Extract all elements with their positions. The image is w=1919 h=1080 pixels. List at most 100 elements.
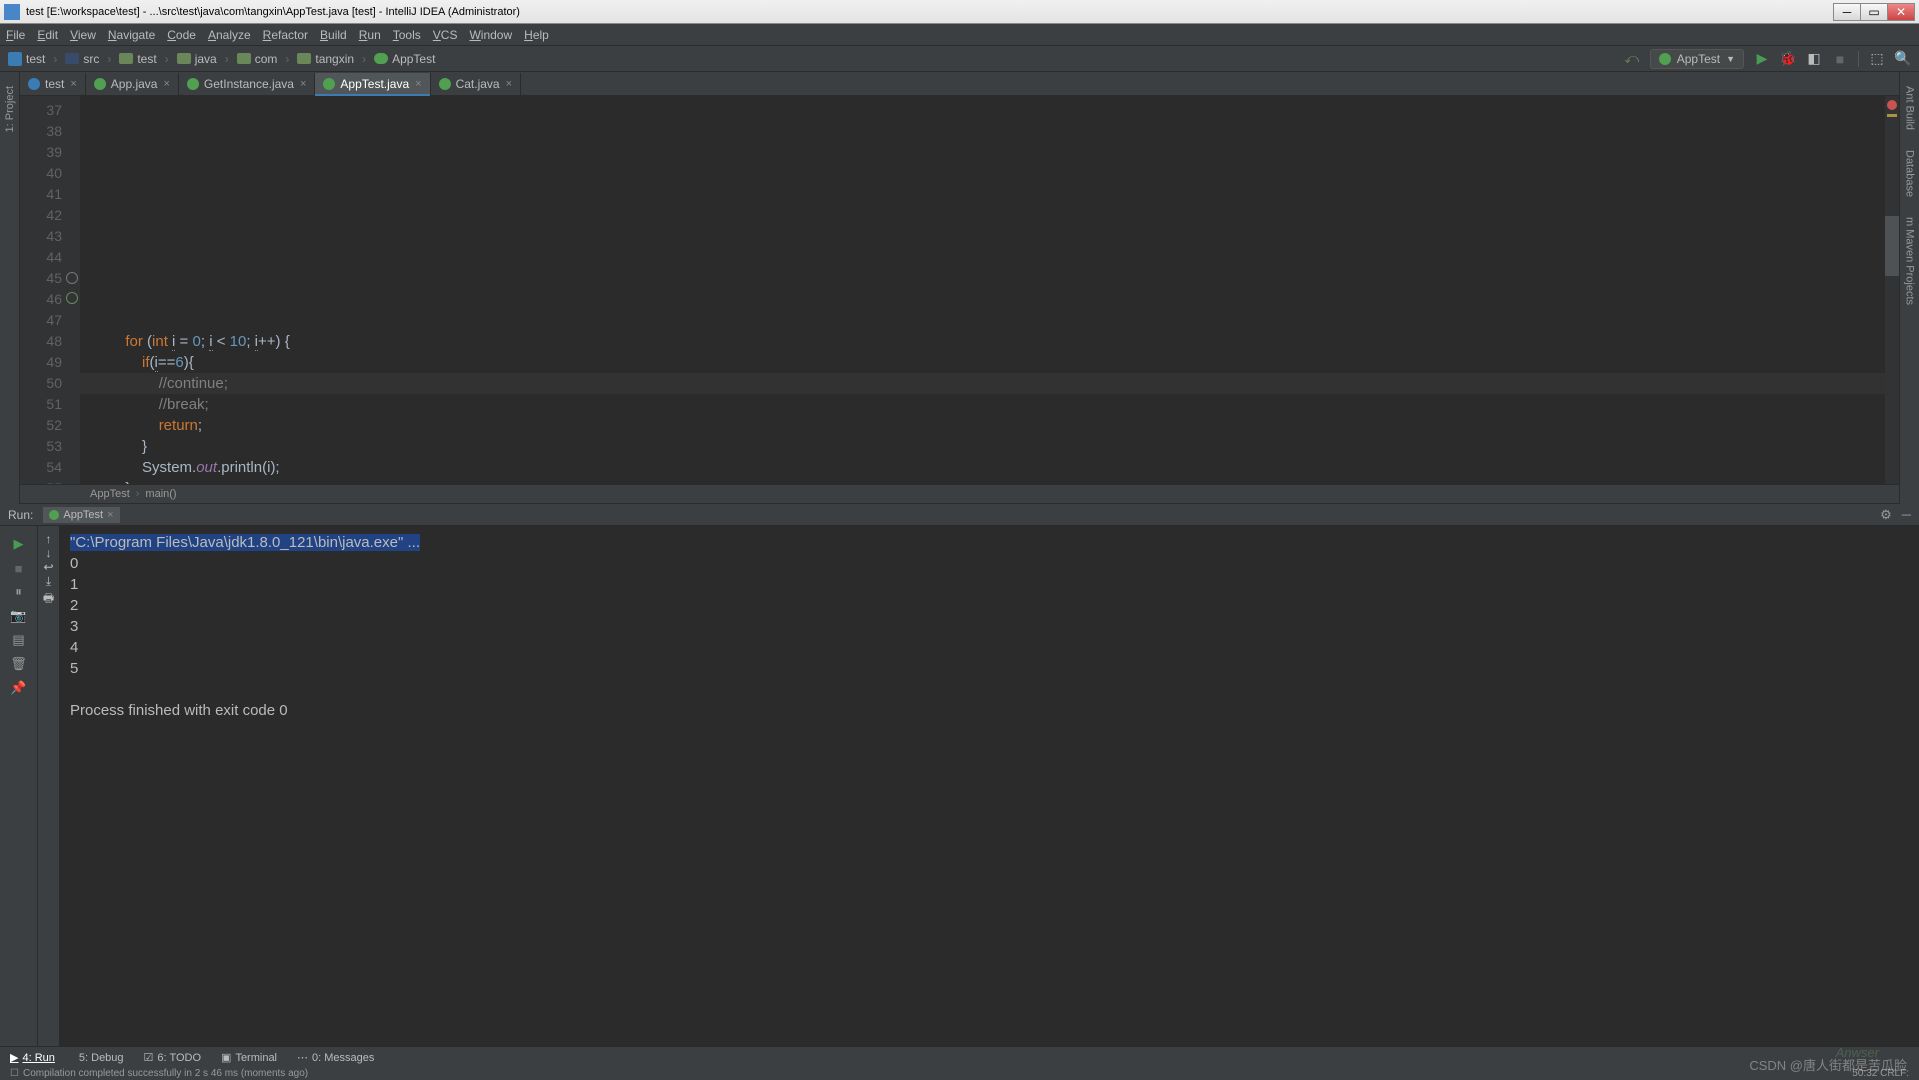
dump-icon[interactable]: 📷 (11, 608, 27, 624)
tab-icon: ▣ (221, 1051, 231, 1064)
minimize-panel-icon[interactable]: ─ (1902, 507, 1911, 522)
close-icon[interactable]: × (506, 78, 512, 90)
breadcrumb-item[interactable]: tangxin (297, 52, 354, 66)
bottom-tab[interactable]: ▣Terminal (221, 1051, 277, 1064)
line-number[interactable]: 50 (20, 373, 62, 394)
gutter-marker-icon[interactable] (66, 292, 78, 304)
close-icon[interactable]: × (415, 78, 421, 90)
run-output[interactable]: "C:\Program Files\Java\jdk1.8.0_121\bin\… (60, 526, 1919, 1056)
scroll-to-end-icon[interactable]: ⤓ (46, 574, 51, 589)
bottom-tab[interactable]: 5: Debug (75, 1052, 124, 1064)
bottom-tab[interactable]: ⋯0: Messages (297, 1051, 374, 1064)
breadcrumb-item[interactable]: test (8, 52, 45, 66)
line-number[interactable]: 40 (20, 163, 62, 184)
file-tab[interactable]: GetInstance.java× (179, 73, 316, 95)
breadcrumb-item[interactable]: test (119, 52, 156, 66)
stop-button[interactable]: ■ (1832, 51, 1848, 67)
breadcrumb-item[interactable]: AppTest (374, 52, 435, 66)
line-number[interactable]: 52 (20, 415, 62, 436)
rail-project[interactable]: 1: Project (4, 86, 16, 132)
line-number[interactable]: 46 (20, 289, 62, 310)
stop-run-button[interactable]: ■ (11, 560, 27, 576)
menu-build[interactable]: Build (320, 28, 347, 42)
editor-gutter[interactable]: 37383940414243444546474849505152535455 (20, 96, 80, 484)
file-tab[interactable]: Cat.java× (431, 73, 521, 95)
close-icon[interactable]: × (107, 509, 113, 521)
pause-button[interactable]: ⏸ (11, 584, 27, 600)
warning-marker-icon[interactable] (1887, 114, 1897, 117)
line-number[interactable]: 37 (20, 100, 62, 121)
menu-tools[interactable]: Tools (393, 28, 421, 42)
minimize-button[interactable]: ─ (1833, 3, 1861, 21)
menu-file[interactable]: File (6, 28, 25, 42)
error-marker-icon[interactable] (1887, 100, 1897, 110)
close-button[interactable]: ✕ (1887, 3, 1915, 21)
rail-database[interactable]: Database (1904, 150, 1916, 197)
softwrap-icon[interactable]: ↩ (43, 560, 53, 574)
run-panel-tab[interactable]: AppTest × (43, 507, 119, 523)
layout-icon[interactable]: ▤ (11, 632, 27, 648)
up-icon[interactable]: ↑ (46, 532, 52, 546)
down-icon[interactable]: ↓ (46, 546, 52, 560)
line-number[interactable]: 43 (20, 226, 62, 247)
editor-area: 37383940414243444546474849505152535455 f… (20, 96, 1899, 484)
gutter-marker-icon[interactable] (66, 272, 78, 284)
bottom-tab[interactable]: ▶4: Run (10, 1051, 55, 1064)
line-number[interactable]: 45 (20, 268, 62, 289)
folder-icon (374, 53, 388, 64)
file-tab[interactable]: App.java× (86, 73, 179, 95)
breadcrumb-item[interactable]: com (237, 52, 278, 66)
print-icon[interactable]: 🖶 (43, 589, 54, 610)
menu-vcs[interactable]: VCS (433, 28, 458, 42)
breadcrumb-class[interactable]: AppTest (90, 488, 130, 500)
line-number[interactable]: 47 (20, 310, 62, 331)
breadcrumb-method[interactable]: main() (145, 488, 176, 500)
line-number[interactable]: 42 (20, 205, 62, 226)
delete-icon[interactable]: 🗑 (11, 656, 27, 672)
editor-right-marker-bar[interactable] (1885, 96, 1899, 484)
menu-refactor[interactable]: Refactor (263, 28, 308, 42)
build-icon[interactable]: ⤺ (1624, 51, 1640, 67)
bottom-tab[interactable]: ☑6: TODO (144, 1051, 201, 1064)
file-tab[interactable]: test× (20, 73, 86, 95)
rail-maven[interactable]: m Maven Projects (1904, 217, 1916, 305)
line-number[interactable]: 41 (20, 184, 62, 205)
maximize-button[interactable]: ▭ (1860, 3, 1888, 21)
line-number[interactable]: 53 (20, 436, 62, 457)
line-number[interactable]: 54 (20, 457, 62, 478)
run-config-selector[interactable]: AppTest ▼ (1650, 49, 1744, 69)
line-number[interactable]: 39 (20, 142, 62, 163)
line-number[interactable]: 48 (20, 331, 62, 352)
menu-run[interactable]: Run (359, 28, 381, 42)
menu-analyze[interactable]: Analyze (208, 28, 251, 42)
debug-button[interactable]: 🐞 (1780, 51, 1796, 67)
line-number[interactable]: 49 (20, 352, 62, 373)
coverage-button[interactable]: ◧ (1806, 51, 1822, 67)
menu-code[interactable]: Code (167, 28, 196, 42)
rail-ant[interactable]: Ant Build (1904, 86, 1916, 130)
menu-navigate[interactable]: Navigate (108, 28, 155, 42)
rerun-button[interactable]: ▶ (11, 536, 27, 552)
close-icon[interactable]: × (163, 78, 169, 90)
gear-icon[interactable]: ⚙ (1880, 507, 1892, 523)
menu-edit[interactable]: Edit (37, 28, 58, 42)
run-button[interactable]: ▶ (1754, 51, 1770, 67)
search-icon[interactable]: 🔍 (1895, 51, 1911, 67)
menu-view[interactable]: View (70, 28, 96, 42)
menu-window[interactable]: Window (469, 28, 512, 42)
update-button[interactable]: ⬚ (1869, 51, 1885, 67)
line-number[interactable]: 38 (20, 121, 62, 142)
breadcrumb-item[interactable]: src (65, 52, 99, 66)
scrollbar-thumb[interactable] (1885, 216, 1899, 276)
editor-tabs: test×App.java×GetInstance.java×AppTest.j… (0, 72, 1919, 96)
menu-help[interactable]: Help (524, 28, 549, 42)
close-icon[interactable]: × (70, 78, 76, 90)
close-icon[interactable]: × (300, 78, 306, 90)
file-tab[interactable]: AppTest.java× (315, 73, 430, 95)
run-toolbar-left: ▶ ■ ⏸ 📷 ▤ 🗑 📌 (0, 526, 38, 1056)
breadcrumb-item[interactable]: java (177, 52, 217, 66)
pin-icon[interactable]: 📌 (11, 680, 27, 696)
line-number[interactable]: 51 (20, 394, 62, 415)
line-number[interactable]: 44 (20, 247, 62, 268)
code-editor[interactable]: for (int i = 0; i < 10; i++) { if(i==6){… (80, 96, 1885, 484)
